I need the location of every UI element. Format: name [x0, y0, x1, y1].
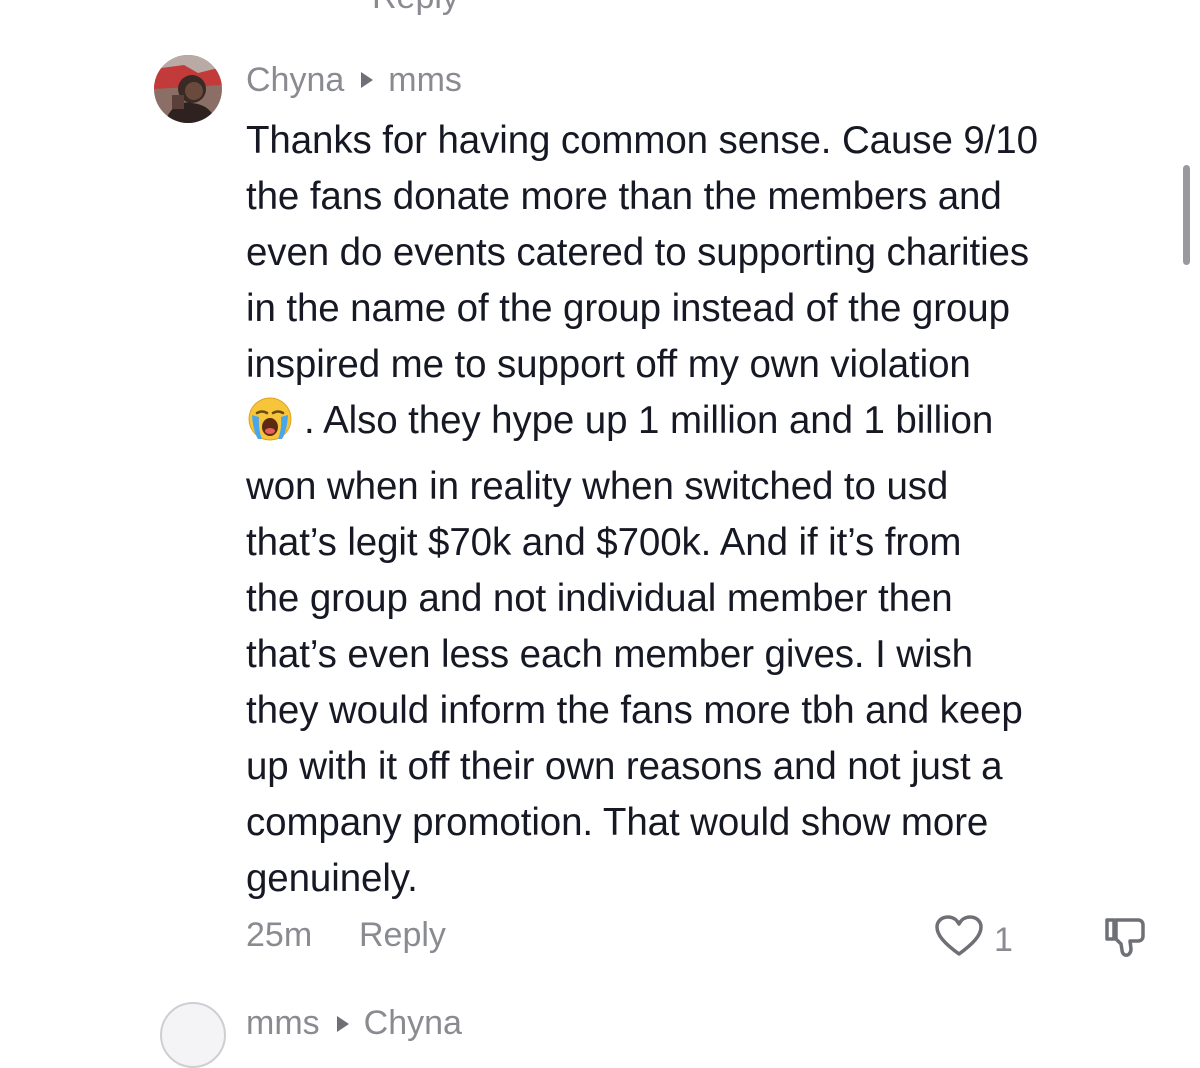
comment-line: the fans donate more than the members an… — [246, 175, 1002, 218]
comment-line: the group and not individual member then — [246, 577, 953, 620]
timestamp: 25m — [246, 916, 313, 954]
loudly-crying-face-icon — [246, 395, 294, 459]
comment-line: company promotion. That would show more — [246, 801, 989, 844]
comment-actions: 25m Reply 1 — [246, 912, 1156, 960]
comment-line-with-emoji: . Also they hype up 1 million and 1 bill… — [246, 393, 1181, 459]
comment-line: that’s even less each member gives. I wi… — [246, 633, 973, 676]
comment-line: they would inform the fans more tbh and … — [246, 689, 1023, 732]
reply-arrow-icon — [336, 1015, 350, 1033]
heart-icon[interactable] — [934, 914, 984, 967]
reply-to-name[interactable]: Chyna — [364, 1004, 462, 1043]
comment-header: mms Chyna — [246, 1004, 462, 1043]
like-button[interactable]: 1 — [934, 914, 1013, 967]
comment-body: Thanks for having common sense. Cause 9/… — [246, 113, 1181, 907]
avatar[interactable] — [154, 55, 222, 123]
author-name[interactable]: Chyna — [246, 61, 344, 100]
previous-dislike-icon[interactable] — [1108, 0, 1148, 13]
comment-line: even do events catered to supporting cha… — [246, 231, 1029, 274]
comment-line: won when in reality when switched to usd — [246, 465, 949, 508]
reply-to-name[interactable]: mms — [388, 61, 462, 100]
reply-arrow-icon — [360, 71, 374, 89]
dislike-icon[interactable] — [1102, 916, 1148, 967]
comment-line: Thanks for having common sense. Cause 9/… — [246, 119, 1038, 162]
comment-line: genuinely. — [246, 857, 418, 900]
scrollbar[interactable] — [1183, 165, 1190, 265]
comment-line: inspired me to support off my own violat… — [246, 343, 971, 386]
avatar[interactable] — [160, 1002, 226, 1068]
previous-like-icon[interactable] — [940, 0, 990, 13]
comment-line: in the name of the group instead of the … — [246, 287, 1010, 330]
reply-button[interactable]: Reply — [359, 916, 446, 955]
author-name[interactable]: mms — [246, 1004, 320, 1043]
next-comment-fragment: mms Chyna — [0, 998, 1200, 1068]
comment-line: up with it off their own reasons and not… — [246, 745, 1003, 788]
previous-comment-fragment: Reply — [0, 0, 1200, 16]
previous-reply-button[interactable]: Reply — [372, 0, 459, 17]
comment-line: that’s legit $70k and $700k. And if it’s… — [246, 521, 962, 564]
like-count: 1 — [994, 921, 1013, 959]
comment-header: Chyna mms — [246, 58, 462, 102]
comment-line-text: . Also they hype up 1 million and 1 bill… — [304, 399, 994, 442]
